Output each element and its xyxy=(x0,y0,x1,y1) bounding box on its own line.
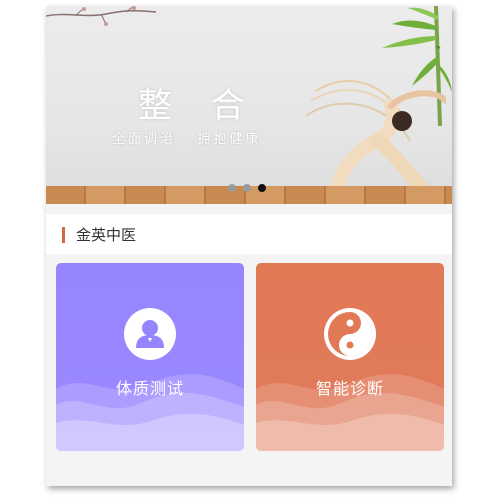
smart-diagnosis-card[interactable]: 智能诊断 xyxy=(256,263,444,451)
banner-carousel[interactable]: 整 合 全面调治 拥抱健康 xyxy=(46,6,452,204)
carousel-indicator[interactable] xyxy=(228,184,266,192)
carousel-dot-2[interactable] xyxy=(243,184,251,192)
banner-title: 整 合 xyxy=(138,86,259,126)
yin-yang-icon xyxy=(324,308,376,360)
yoga-figure-illustration xyxy=(305,80,446,201)
constitution-test-card[interactable]: 体质测试 xyxy=(56,263,244,451)
constitution-test-label: 体质测试 xyxy=(115,379,184,398)
plum-branch-decoration xyxy=(46,6,157,26)
carousel-dot-1[interactable] xyxy=(228,184,236,192)
banner-subtitle: 全面调治 拥抱健康 xyxy=(112,132,262,147)
app-screen: 整 合 全面调治 拥抱健康 金英中医 体质测试 智能诊断 xyxy=(46,6,452,486)
section-title: 金英中医 xyxy=(76,226,137,244)
carousel-dot-3-active[interactable] xyxy=(258,184,266,192)
section-header: 金英中医 xyxy=(46,214,452,254)
section-accent-bar xyxy=(62,227,65,243)
user-icon xyxy=(124,308,176,360)
smart-diagnosis-label: 智能诊断 xyxy=(315,379,384,398)
